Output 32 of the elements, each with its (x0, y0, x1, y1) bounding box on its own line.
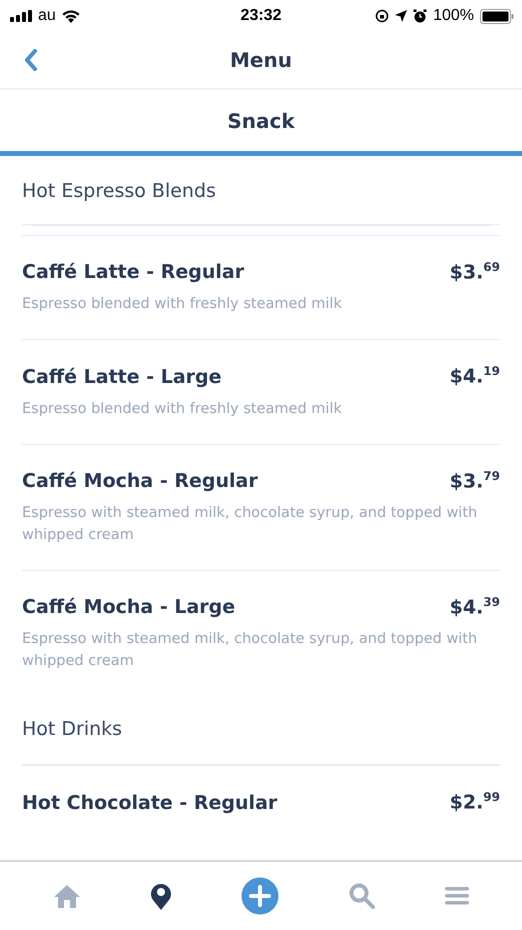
item-price: $3.$^{79}$ (450, 468, 500, 492)
carrier-name: au (38, 7, 56, 25)
item-price: $2.$^{99}$ (450, 790, 500, 814)
battery-icon (480, 8, 514, 24)
signal-icon (10, 10, 32, 22)
wifi-icon (62, 10, 80, 22)
item-description: Espresso with steamed milk, chocolate syrup, and topped with whipped cream (22, 504, 478, 545)
item-name: Caffé Latte - Regular (22, 261, 244, 284)
section-heading: Hot Drinks (22, 718, 122, 740)
location-tab[interactable] (150, 882, 172, 910)
rotation-lock-icon (375, 9, 390, 23)
alarm-clock-icon (413, 9, 428, 23)
item-description: Espresso blended with freshly steamed milk (22, 400, 343, 419)
item-price: $4.$^{39}$ (450, 594, 500, 618)
item-description: Espresso blended with freshly steamed milk (22, 295, 343, 314)
item-name: Hot Chocolate - Regular (22, 792, 278, 814)
item-description: Espresso with steamed milk, chocolate syrup, and topped with whipped cream (22, 630, 478, 672)
item-price: $3.$^{69}$ (450, 260, 500, 284)
page-title: Menu (230, 48, 292, 72)
home-tab[interactable] (52, 884, 81, 908)
section-heading: Hot Espresso Blends (22, 180, 216, 202)
item-name: Caffé Mocha - Regular (22, 470, 258, 492)
back-button[interactable] (24, 48, 38, 72)
search-tab[interactable] (348, 882, 376, 910)
item-price: $4.$^{19}$ (450, 364, 500, 388)
add-tab[interactable] (240, 877, 279, 915)
status-time: 23:32 (240, 7, 282, 25)
menu-tab[interactable] (445, 885, 470, 907)
item-name: Caffé Mocha - Large (22, 596, 236, 618)
item-name: Caffé Latte - Large (22, 366, 222, 388)
location-arrow-icon (395, 10, 408, 22)
battery-percent: 100% (433, 7, 474, 25)
